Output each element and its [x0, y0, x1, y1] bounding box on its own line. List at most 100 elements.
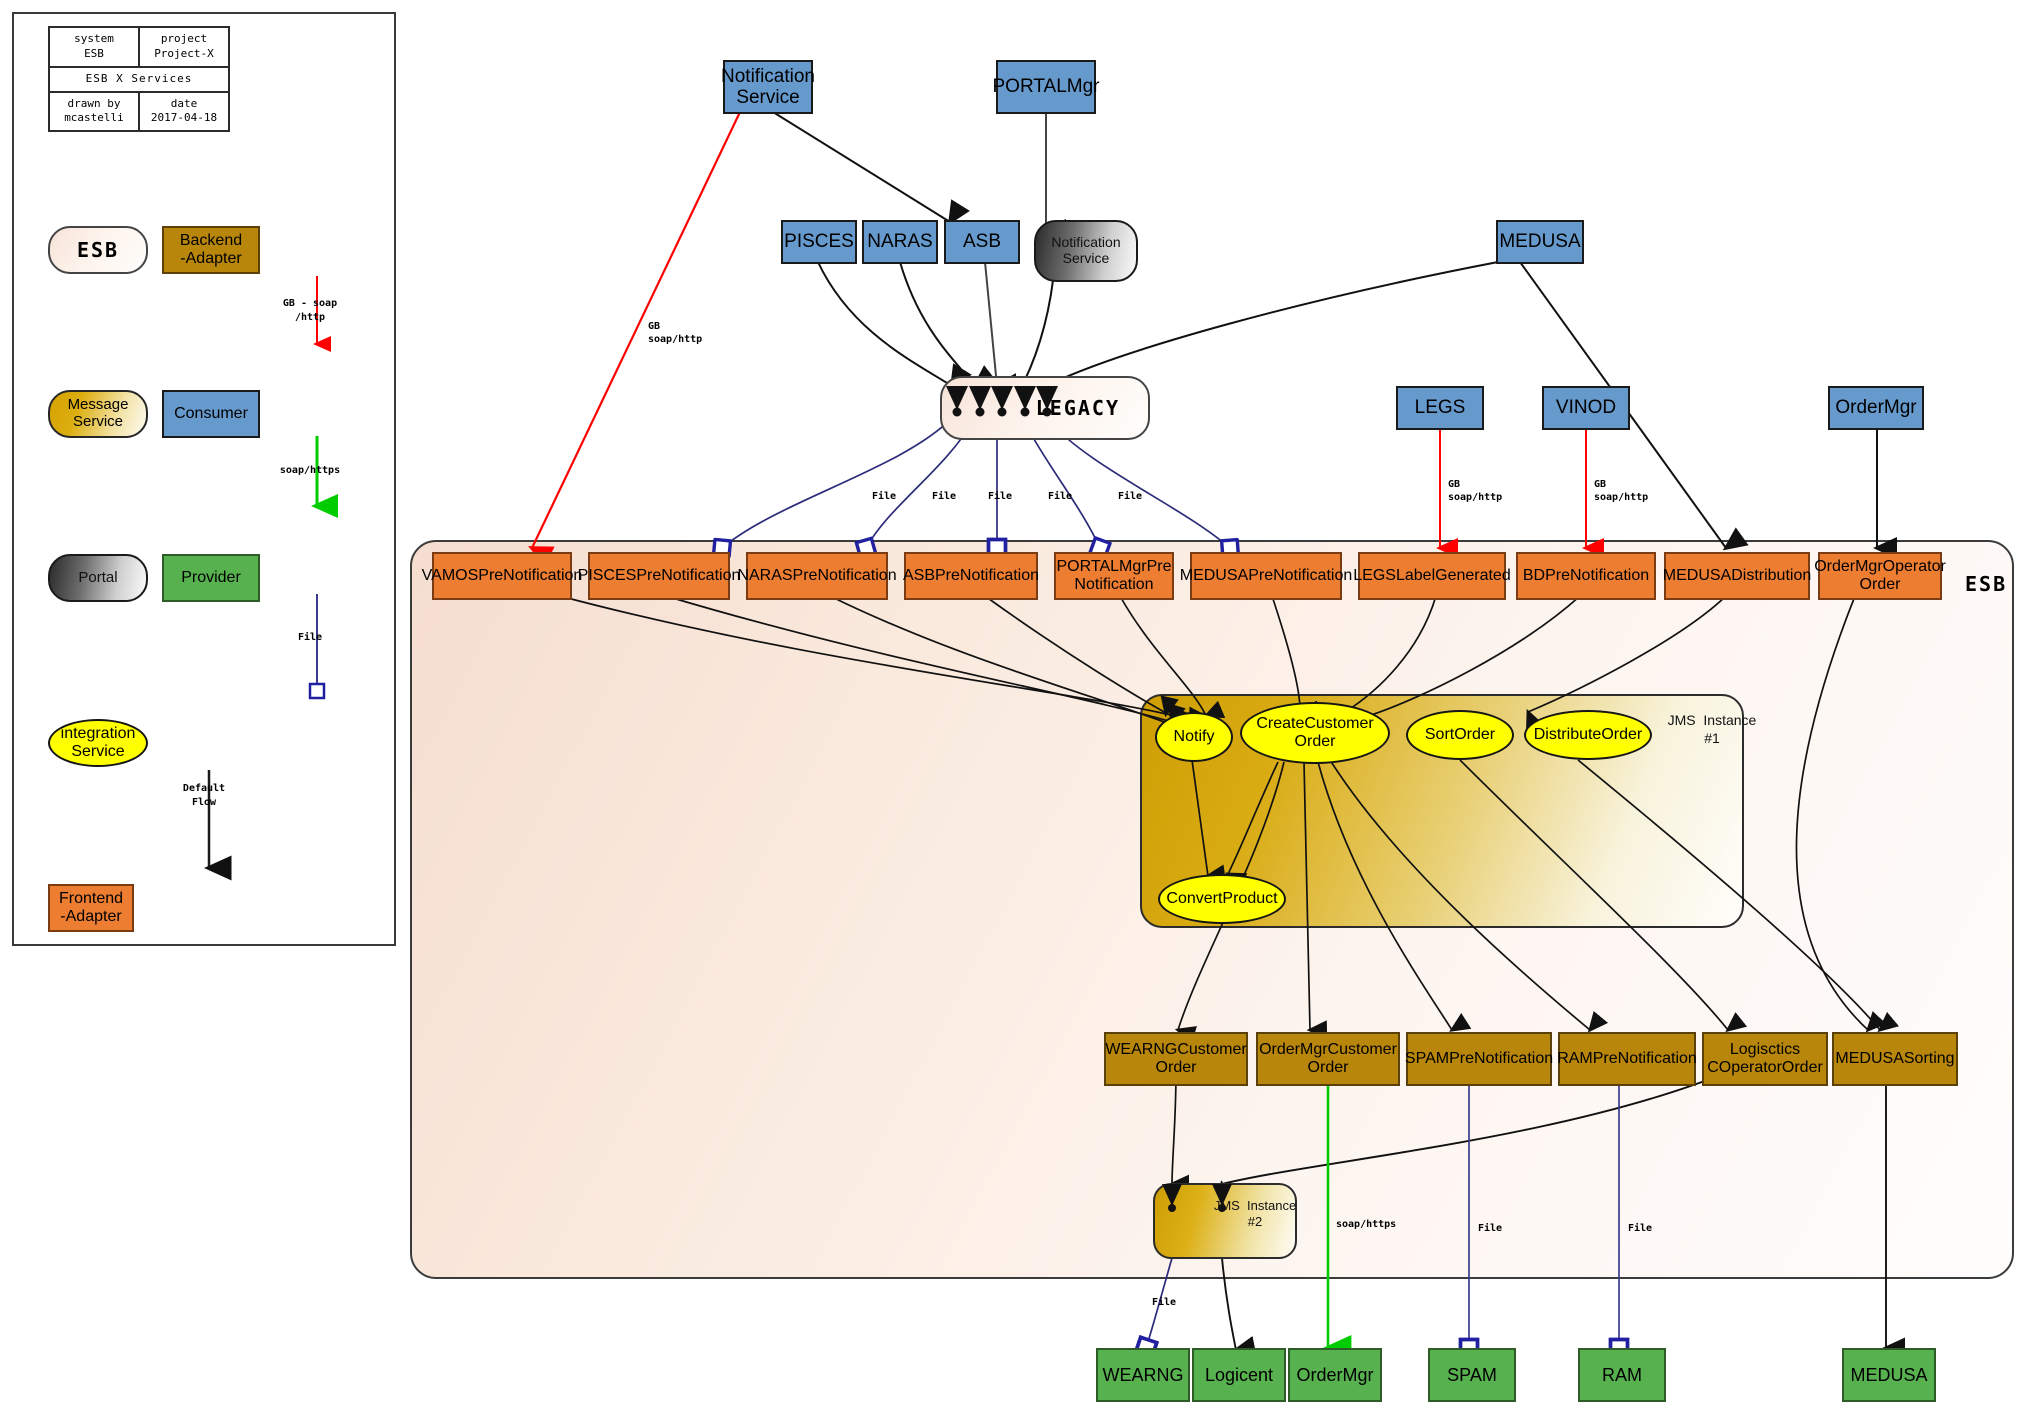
jms-instance-2-label: JMS Instance #2 [1213, 1198, 1297, 1230]
consumer-pisces[interactable]: PISCES [781, 220, 857, 264]
provider-logicent[interactable]: Logicent [1192, 1348, 1286, 1402]
legend-label-provider: Provider [181, 569, 241, 587]
frontend-adapter-asbprenotification-label: ASBPreNotification [902, 567, 1040, 585]
consumer-ordermgr[interactable]: OrderMgr [1828, 386, 1924, 430]
frontend-adapter-legslabelgenerated-label: LEGSLabelGenerated [1353, 567, 1511, 585]
legend-arrow-label-default-flow: Default Flow [182, 783, 226, 808]
backend-adapter-wearngcustomerorder[interactable]: WEARNGCustomer Order [1104, 1032, 1248, 1086]
provider-ordermgr-label: OrderMgr [1296, 1364, 1374, 1385]
legend-shape-frontend-adapter: Frontend -Adapter [48, 884, 134, 932]
backend-adapter-wearngcustomerorder-label: WEARNGCustomer Order [1105, 1041, 1247, 1076]
integration-service-sortorder-label: SortOrder [1424, 726, 1496, 744]
consumer-notification-service[interactable]: Notification Service [721, 60, 815, 114]
consumer-legs-label: LEGS [1414, 397, 1466, 419]
edge-label-legacy-file-5: File [1118, 491, 1143, 502]
consumer-medusa[interactable]: MEDUSA [1496, 220, 1584, 264]
legend-arrow-label-gb-soap-http: GB - soap /http [282, 298, 338, 323]
backend-adapter-ramprenotification[interactable]: RAMPreNotification [1557, 1032, 1697, 1086]
frontend-adapter-medusadistribution-label: MEDUSADistribution [1662, 567, 1812, 585]
edge-label-ordermgr-soap: soap/https [1336, 1219, 1397, 1230]
legend-arrow-label-file: File [297, 632, 323, 643]
frontend-adapter-bdprenotification[interactable]: BDPreNotification [1516, 552, 1656, 600]
frontend-adapter-vamosprenotification[interactable]: VAMOSPreNotification [422, 552, 582, 600]
provider-wearng-label: WEARNG [1102, 1364, 1184, 1385]
jms-instance-1-label: JMS Instance #1 [1667, 712, 1757, 746]
portal-notification-service[interactable]: Notification Service [1034, 220, 1138, 282]
consumer-naras-label: NARAS [867, 231, 933, 253]
legend-label-esb: ESB [76, 237, 120, 262]
portal-legacy[interactable]: LEGACY [940, 376, 1150, 440]
frontend-adapter-ordermgroperatororder-label: OrderMgrOperator Order [1814, 558, 1946, 593]
legend-shape-integration-service: integration Service [48, 719, 148, 767]
frontend-adapter-portalmgrprenotification[interactable]: PORTALMgrPre Notification [1054, 552, 1174, 600]
integration-service-notify[interactable]: Notify [1155, 712, 1233, 762]
consumer-pisces-label: PISCES [784, 231, 854, 253]
provider-medusa[interactable]: MEDUSA [1842, 1348, 1936, 1402]
legend-shape-provider: Provider [162, 554, 260, 602]
consumer-vinod-label: VINOD [1555, 397, 1617, 419]
backend-adapter-ramprenotification-label: RAMPreNotification [1557, 1050, 1697, 1068]
provider-ordermgr[interactable]: OrderMgr [1288, 1348, 1382, 1402]
frontend-adapter-legslabelgenerated[interactable]: LEGSLabelGenerated [1353, 552, 1511, 600]
frontend-adapter-ordermgroperatororder[interactable]: OrderMgrOperator Order [1814, 552, 1946, 600]
provider-wearng[interactable]: WEARNG [1096, 1348, 1190, 1402]
frontend-adapter-narasprenotification[interactable]: NARASPreNotification [737, 552, 897, 600]
provider-spam[interactable]: SPAM [1428, 1348, 1516, 1402]
consumer-notification-service-label: Notification Service [721, 65, 815, 108]
consumer-medusa-label: MEDUSA [1499, 231, 1581, 253]
edge-label-vamos: GB soap/http [648, 321, 703, 345]
frontend-adapter-narasprenotification-label: NARASPreNotification [737, 567, 897, 585]
provider-ram-label: RAM [1602, 1364, 1642, 1385]
backend-adapter-spamprenotification[interactable]: SPAMPreNotification [1405, 1032, 1553, 1086]
integration-service-createcustomerorder-label: CreateCustomer Order [1256, 715, 1374, 750]
frontend-adapter-asbprenotification[interactable]: ASBPreNotification [902, 552, 1040, 600]
frontend-adapter-vamosprenotification-label: VAMOSPreNotification [421, 567, 583, 585]
frontend-adapter-medusaprenotification[interactable]: MEDUSAPreNotification [1180, 552, 1352, 600]
consumer-legs[interactable]: LEGS [1396, 386, 1484, 430]
integration-service-notify-label: Notify [1173, 728, 1215, 746]
integration-service-sortorder[interactable]: SortOrder [1406, 710, 1514, 760]
backend-adapter-logiscticscoperatororder[interactable]: Logisctics COperatorOrder [1702, 1032, 1828, 1086]
legend-arrow-label-soap-https: soap/https [279, 465, 341, 476]
provider-logicent-label: Logicent [1204, 1364, 1274, 1385]
integration-service-convertproduct[interactable]: ConvertProduct [1158, 874, 1286, 924]
edge-label-legacy-file-4: File [1048, 491, 1073, 502]
legend-label-message-service: Message Service [67, 396, 129, 430]
backend-adapter-medusasorting[interactable]: MEDUSASorting [1832, 1032, 1958, 1086]
backend-adapter-medusasorting-label: MEDUSASorting [1835, 1050, 1955, 1068]
legend-shape-message-service: Message Service [48, 390, 148, 438]
legend-panel: system ESB project Project-X ESB X Servi… [12, 12, 396, 946]
frontend-adapter-portalmgrprenotification-label: PORTALMgrPre Notification [1056, 558, 1172, 593]
edge-label-legacy-file-2: File [932, 491, 957, 502]
consumer-portalmgr[interactable]: PORTALMgr [993, 60, 1100, 114]
integration-service-distributeorder[interactable]: DistributeOrder [1524, 710, 1652, 760]
legend-shape-backend-adapter: Backend -Adapter [162, 226, 260, 274]
consumer-asb[interactable]: ASB [944, 220, 1020, 264]
consumer-portalmgr-label: PORTALMgr [992, 76, 1100, 98]
legend-label-consumer: Consumer [174, 405, 248, 423]
edge-label-legs: GB soap/http [1448, 479, 1503, 503]
consumer-asb-label: ASB [962, 231, 1002, 253]
legend-label-backend-adapter: Backend -Adapter [179, 232, 243, 267]
frontend-adapter-bdprenotification-label: BDPreNotification [1522, 567, 1650, 585]
integration-service-convertproduct-label: ConvertProduct [1166, 890, 1278, 908]
backend-adapter-logiscticscoperatororder-label: Logisctics COperatorOrder [1707, 1041, 1823, 1076]
legend-shape-esb: ESB [48, 226, 148, 274]
edge-label-legacy-file-1: File [872, 491, 897, 502]
consumer-vinod[interactable]: VINOD [1542, 386, 1630, 430]
portal-notification-service-label: Notification Service [1051, 234, 1121, 266]
integration-service-distributeorder-label: DistributeOrder [1533, 726, 1643, 744]
frontend-adapter-medusaprenotification-label: MEDUSAPreNotification [1179, 567, 1353, 585]
provider-spam-label: SPAM [1447, 1364, 1497, 1385]
frontend-adapter-piscesprenotification[interactable]: PISCESPreNotification [578, 552, 740, 600]
edge-label-legacy-file-3: File [988, 491, 1013, 502]
backend-adapter-ordermgrcustomerorder[interactable]: OrderMgrCustomer Order [1256, 1032, 1400, 1086]
legend-label-integration-service: integration Service [60, 725, 136, 760]
edge-label-wearng-file: File [1152, 1297, 1177, 1308]
consumer-naras[interactable]: NARAS [862, 220, 938, 264]
provider-ram[interactable]: RAM [1578, 1348, 1666, 1402]
consumer-ordermgr-label: OrderMgr [1835, 397, 1917, 419]
edge-label-spam-file: File [1478, 1223, 1503, 1234]
integration-service-createcustomerorder[interactable]: CreateCustomer Order [1240, 702, 1390, 764]
frontend-adapter-medusadistribution[interactable]: MEDUSADistribution [1662, 552, 1812, 600]
